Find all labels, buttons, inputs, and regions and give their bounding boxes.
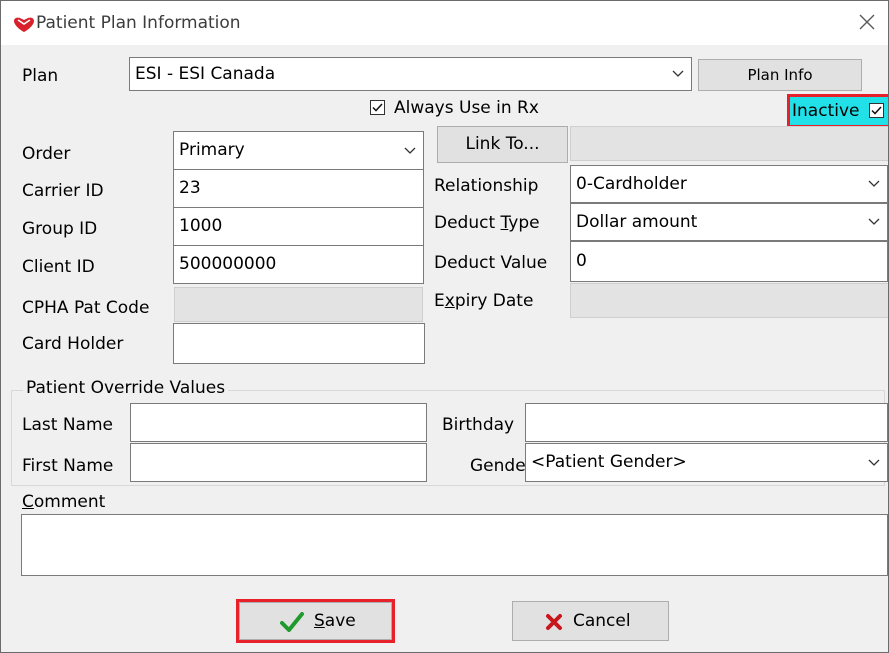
- deduct-value-label: Deduct Value: [434, 253, 548, 273]
- inactive-label: Inactive: [792, 101, 860, 121]
- deduct-value-input[interactable]: 0: [570, 241, 888, 282]
- chevron-down-icon: [404, 147, 416, 154]
- chevron-down-icon: [868, 180, 880, 187]
- green-check-icon: [280, 612, 304, 632]
- title-bar: Patient Plan Information: [1, 1, 888, 45]
- app-logo-icon: [14, 17, 34, 32]
- always-use-label: Always Use in Rx: [394, 98, 539, 118]
- last-name-label: Last Name: [22, 415, 113, 435]
- order-value: Primary: [179, 140, 245, 160]
- plan-label: Plan: [22, 66, 59, 86]
- group-id-input[interactable]: 1000: [173, 207, 424, 246]
- gender-value: <Patient Gender>: [531, 452, 687, 472]
- inactive-checkbox[interactable]: [869, 103, 884, 118]
- first-name-label: First Name: [22, 456, 114, 476]
- comment-textarea[interactable]: [21, 514, 888, 576]
- cancel-button[interactable]: Cancel: [512, 601, 669, 641]
- always-use-checkbox[interactable]: [370, 100, 385, 115]
- chevron-down-icon: [868, 459, 880, 466]
- order-label: Order: [22, 144, 71, 164]
- client-id-label: Client ID: [22, 257, 95, 277]
- gender-select[interactable]: <Patient Gender>: [525, 443, 888, 482]
- link-to-display: [570, 126, 888, 161]
- chevron-down-icon: [672, 70, 684, 77]
- deduct-type-label: Deduct Type: [434, 213, 540, 233]
- deduct-type-select[interactable]: Dollar amount: [570, 203, 888, 241]
- client-id-input[interactable]: 500000000: [173, 245, 424, 284]
- expiry-date-input: [570, 283, 888, 318]
- cpha-pat-code-label: CPHA Pat Code: [22, 298, 150, 318]
- group-id-label: Group ID: [22, 219, 98, 239]
- inactive-checkbox-area[interactable]: Inactive: [790, 97, 888, 125]
- red-x-icon: [546, 614, 562, 630]
- relationship-select[interactable]: 0-Cardholder: [570, 165, 888, 203]
- last-name-input[interactable]: [130, 403, 427, 442]
- card-holder-input[interactable]: [173, 323, 425, 364]
- client-id-value: 500000000: [179, 254, 277, 274]
- relationship-label: Relationship: [434, 176, 539, 196]
- patient-plan-dialog: Patient Plan Information Plan ESI - ESI …: [0, 0, 889, 653]
- order-select[interactable]: Primary: [173, 131, 424, 170]
- first-name-input[interactable]: [130, 443, 427, 482]
- patient-override-legend: Patient Override Values: [23, 378, 229, 398]
- chevron-down-icon: [868, 218, 880, 225]
- save-button[interactable]: Save: [239, 602, 392, 640]
- window-title: Patient Plan Information: [36, 13, 241, 33]
- plan-select[interactable]: ESI - ESI Canada: [129, 57, 692, 91]
- carrier-id-label: Carrier ID: [22, 181, 104, 201]
- plan-value: ESI - ESI Canada: [135, 64, 276, 84]
- carrier-id-input[interactable]: 23: [173, 169, 424, 208]
- card-holder-label: Card Holder: [22, 334, 124, 354]
- cancel-label: Cancel: [573, 611, 631, 631]
- comment-label: Comment: [22, 492, 106, 512]
- group-id-value: 1000: [179, 216, 223, 236]
- cpha-pat-code-input: [174, 287, 423, 322]
- gender-label: Gender: [470, 456, 533, 476]
- deduct-type-value: Dollar amount: [576, 212, 698, 232]
- birthday-input[interactable]: [525, 403, 888, 442]
- relationship-value: 0-Cardholder: [576, 174, 687, 194]
- expiry-date-label: Expiry Date: [434, 291, 534, 311]
- deduct-value-value: 0: [576, 251, 587, 271]
- plan-info-button[interactable]: Plan Info: [698, 59, 862, 91]
- link-to-button[interactable]: Link To...: [437, 126, 568, 163]
- birthday-label: Birthday: [442, 415, 515, 435]
- carrier-id-value: 23: [179, 178, 201, 198]
- save-label: Save: [314, 611, 356, 631]
- close-icon[interactable]: [854, 9, 880, 35]
